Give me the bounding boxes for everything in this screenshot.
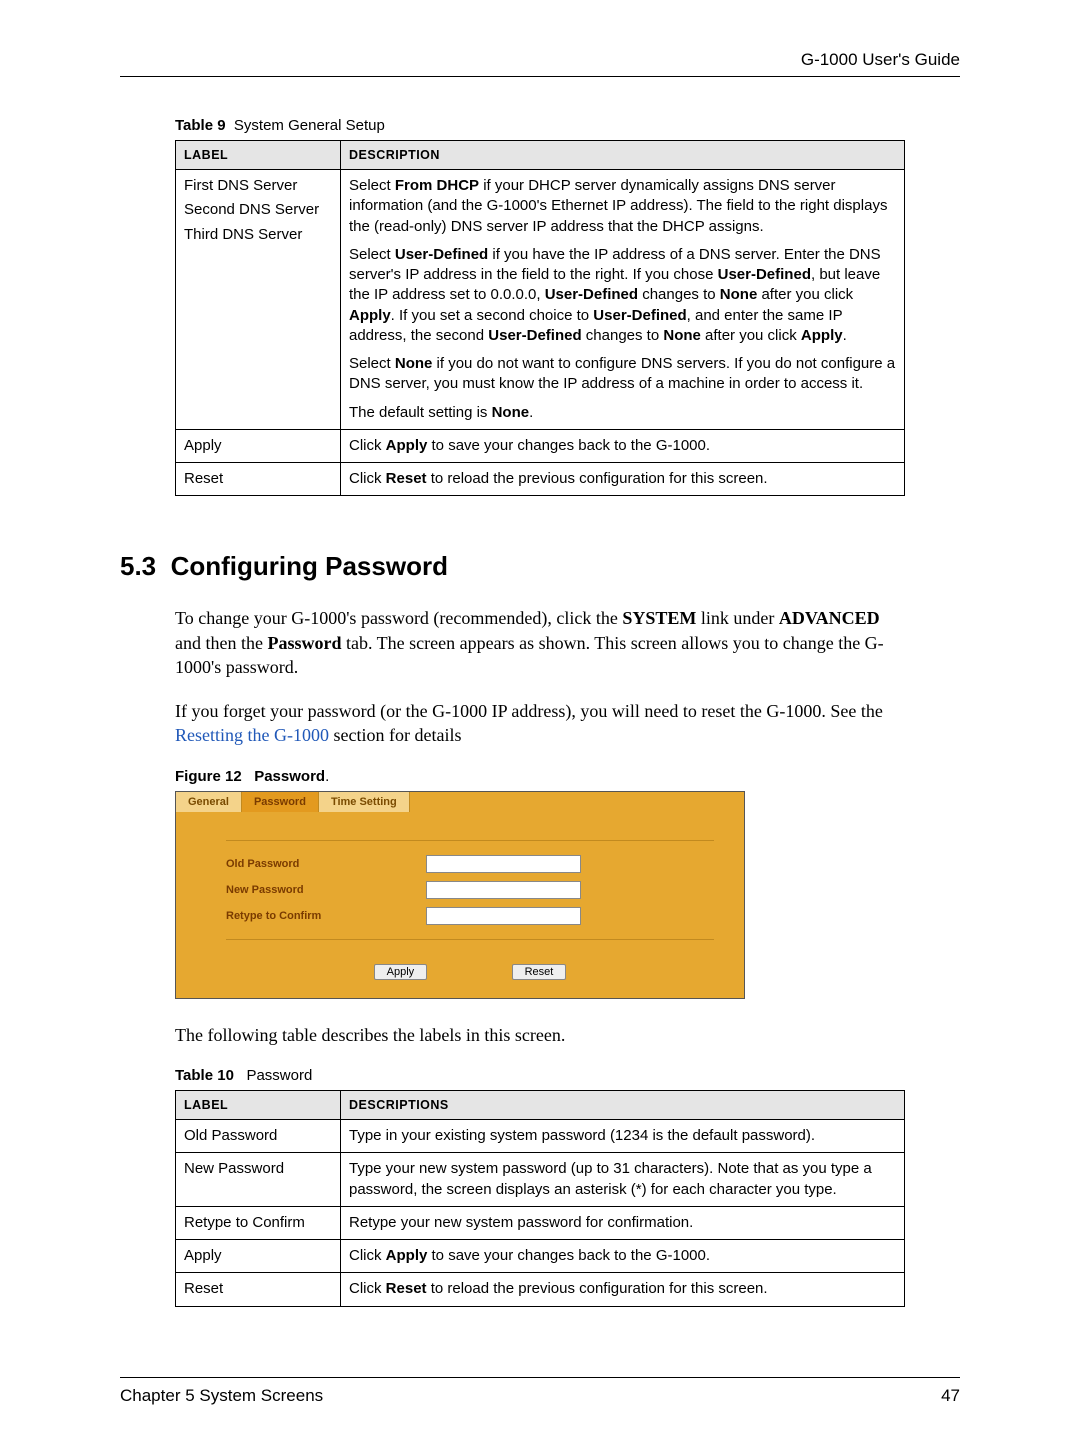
r4-desc: Click Apply to save your changes back to… bbox=[341, 1240, 905, 1273]
dns-desc-p3: Select None if you do not want to config… bbox=[349, 354, 896, 395]
r5-desc: Click Reset to reload the previous confi… bbox=[341, 1273, 905, 1306]
tab-general[interactable]: General bbox=[176, 792, 242, 812]
table10: LABEL DESCRIPTIONS Old Password Type in … bbox=[175, 1090, 905, 1307]
para-2: If you forget your password (or the G-10… bbox=[175, 699, 895, 748]
table10-title: Password bbox=[246, 1067, 312, 1084]
r1-desc: Type in your existing system password (1… bbox=[341, 1120, 905, 1153]
old-password-label: Old Password bbox=[226, 858, 426, 870]
table9-title: System General Setup bbox=[234, 117, 385, 134]
table-row: Reset Click Reset to reload the previous… bbox=[176, 1273, 905, 1306]
new-password-input[interactable] bbox=[426, 881, 581, 899]
apply-label: Apply bbox=[176, 429, 341, 462]
old-password-input[interactable] bbox=[426, 855, 581, 873]
retype-confirm-input[interactable] bbox=[426, 907, 581, 925]
dns-label-1: First DNS Server bbox=[184, 176, 332, 196]
r1-label: Old Password bbox=[176, 1120, 341, 1153]
footer-page: 47 bbox=[941, 1386, 960, 1406]
figure12-caption: Figure 12 Password. bbox=[175, 768, 960, 785]
table10-col-desc: DESCRIPTIONS bbox=[341, 1091, 905, 1120]
reset-button[interactable]: Reset bbox=[512, 964, 567, 980]
page-footer: Chapter 5 System Screens 47 bbox=[120, 1377, 960, 1406]
header-title: G-1000 User's Guide bbox=[801, 50, 960, 69]
table9: LABEL DESCRIPTION First DNS Server Secon… bbox=[175, 140, 905, 496]
new-password-label: New Password bbox=[226, 884, 426, 896]
divider bbox=[226, 840, 714, 841]
table-row: Reset Click Reset to reload the previous… bbox=[176, 463, 905, 496]
r3-desc: Retype your new system password for conf… bbox=[341, 1206, 905, 1239]
footer-chapter: Chapter 5 System Screens bbox=[120, 1386, 323, 1406]
figure12-prefix: Figure 12 bbox=[175, 768, 242, 785]
r4-label: Apply bbox=[176, 1240, 341, 1273]
para-3: The following table describes the labels… bbox=[175, 1023, 895, 1047]
retype-confirm-label: Retype to Confirm bbox=[226, 910, 426, 922]
table9-col-desc: DESCRIPTION bbox=[341, 141, 905, 170]
table9-prefix: Table 9 bbox=[175, 117, 226, 134]
reset-desc: Click Reset to reload the previous confi… bbox=[341, 463, 905, 496]
reset-link[interactable]: Resetting the G-1000 bbox=[175, 725, 329, 745]
r2-desc: Type your new system password (up to 31 … bbox=[341, 1153, 905, 1207]
divider bbox=[226, 939, 714, 940]
dns-label-2: Second DNS Server bbox=[184, 200, 332, 220]
table10-caption: Table 10 Password bbox=[175, 1067, 960, 1084]
table-row: Apply Click Apply to save your changes b… bbox=[176, 1240, 905, 1273]
dns-desc-p4: The default setting is None. bbox=[349, 403, 896, 423]
tab-time-setting[interactable]: Time Setting bbox=[319, 792, 410, 812]
table9-caption: Table 9 System General Setup bbox=[175, 117, 960, 134]
dns-label-3: Third DNS Server bbox=[184, 225, 332, 245]
table10-prefix: Table 10 bbox=[175, 1067, 234, 1084]
table-row: Retype to Confirm Retype your new system… bbox=[176, 1206, 905, 1239]
r5-label: Reset bbox=[176, 1273, 341, 1306]
section-title: Configuring Password bbox=[171, 551, 448, 581]
figure12-title: Password bbox=[254, 768, 325, 785]
table10-col-label: LABEL bbox=[176, 1091, 341, 1120]
table9-col-label: LABEL bbox=[176, 141, 341, 170]
password-screenshot: General Password Time Setting Old Passwo… bbox=[175, 791, 745, 999]
section-number: 5.3 bbox=[120, 551, 156, 581]
dns-desc-p1: Select From DHCP if your DHCP server dyn… bbox=[349, 176, 896, 237]
section-heading: 5.3 Configuring Password bbox=[120, 551, 960, 582]
tab-bar: General Password Time Setting bbox=[176, 792, 744, 812]
page-header: G-1000 User's Guide bbox=[120, 50, 960, 77]
r3-label: Retype to Confirm bbox=[176, 1206, 341, 1239]
apply-desc: Click Apply to save your changes back to… bbox=[341, 429, 905, 462]
para-1: To change your G-1000's password (recomm… bbox=[175, 606, 895, 679]
reset-label: Reset bbox=[176, 463, 341, 496]
table-row: First DNS Server Second DNS Server Third… bbox=[176, 170, 905, 430]
apply-button[interactable]: Apply bbox=[374, 964, 428, 980]
table-row: Old Password Type in your existing syste… bbox=[176, 1120, 905, 1153]
r2-label: New Password bbox=[176, 1153, 341, 1207]
table-row: New Password Type your new system passwo… bbox=[176, 1153, 905, 1207]
tab-password[interactable]: Password bbox=[242, 792, 319, 812]
table-row: Apply Click Apply to save your changes b… bbox=[176, 429, 905, 462]
dns-desc-p2: Select User-Defined if you have the IP a… bbox=[349, 245, 896, 346]
